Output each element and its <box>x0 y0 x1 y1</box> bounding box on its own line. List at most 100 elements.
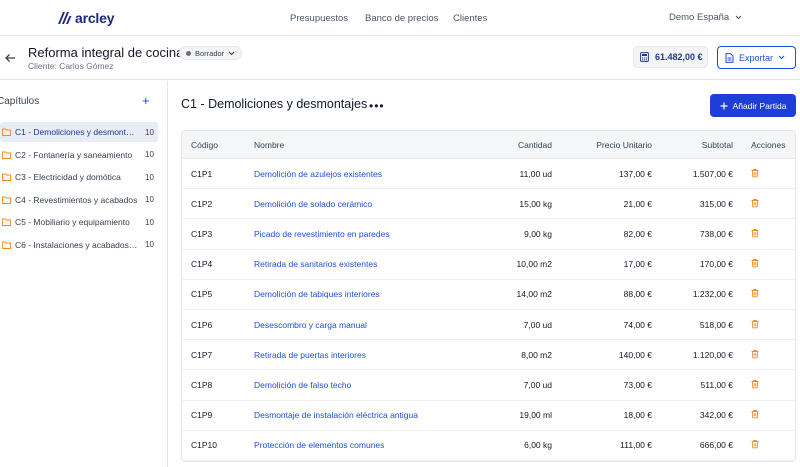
chapter-item[interactable]: C5 - Mobiliario y equipamiento 10 <box>0 212 158 232</box>
item-name-link[interactable]: Demolición de azulejos existentes <box>254 169 382 179</box>
table-body: C1P1 Demolición de azulejos existentes 11,… <box>182 159 795 461</box>
nav-banco-de-precios[interactable]: Banco de precios <box>365 13 438 24</box>
chapter-item[interactable]: C1 - Demoliciones y desmontajes 10 <box>0 122 158 142</box>
folder-icon <box>2 128 11 136</box>
col-header-price: Precio Unitario <box>596 139 652 150</box>
document-icon <box>725 52 734 63</box>
chapter-count: 10 <box>145 150 154 159</box>
arcley-logo-icon <box>58 12 72 24</box>
chapters-heading: Capítulos <box>0 96 40 107</box>
add-item-button[interactable]: Añadir Partida <box>710 94 796 117</box>
table-row: C1P8 Demolición de falso techo 7,00 ud 73,0… <box>182 370 795 401</box>
item-quantity: 11,00 ud <box>519 168 552 179</box>
item-code: C1P7 <box>191 349 213 360</box>
nav-clientes[interactable]: Clientes <box>453 13 487 24</box>
col-header-actions: Acciones <box>751 139 786 150</box>
folder-icon <box>2 241 11 249</box>
arrow-left-icon[interactable] <box>4 52 16 64</box>
table-row: C1P1 Demolición de azulejos existentes 11,… <box>182 159 795 190</box>
item-quantity: 10,00 m2 <box>516 259 552 270</box>
chapter-count: 10 <box>145 240 154 249</box>
project-header: Reforma integral de cocina Cliente: Carl… <box>0 36 800 80</box>
item-unit-price: 111,00 € <box>620 440 652 451</box>
item-code: C1P2 <box>191 198 213 209</box>
add-item-label: Añadir Partida <box>732 100 787 111</box>
trash-icon[interactable] <box>751 319 759 330</box>
trash-icon[interactable] <box>751 168 759 179</box>
folder-icon <box>2 218 11 226</box>
brand-logo[interactable]: arcley <box>57 10 114 26</box>
item-code: C1P8 <box>191 379 213 390</box>
item-unit-price: 17,00 € <box>623 259 652 270</box>
item-code: C1P6 <box>191 319 213 330</box>
chapter-count: 10 <box>145 127 154 137</box>
chapter-item[interactable]: C4 - Revestimientos y acabados 10 <box>0 190 158 210</box>
table-row: C1P6 Desescombro y carga manual 7,00 ud 74,… <box>182 310 795 341</box>
nav-presupuestos[interactable]: Presupuestos <box>290 13 348 24</box>
folder-icon <box>2 173 11 181</box>
item-subtotal: 170,00 € <box>699 259 733 270</box>
item-unit-price: 137,00 € <box>618 168 652 179</box>
export-button[interactable]: Exportar <box>717 46 796 69</box>
more-options-icon[interactable]: ••• <box>369 99 385 113</box>
chapters-sidebar: Capítulos + C1 - Demoliciones y desmonta… <box>0 81 168 467</box>
trash-icon[interactable] <box>751 440 759 451</box>
table-row: C1P2 Demolición de solado cerámico 15,00 k… <box>182 189 795 220</box>
item-code: C1P4 <box>191 259 213 270</box>
item-quantity: 7,00 ud <box>523 319 552 330</box>
item-name-link[interactable]: Retirada de puertas interiores <box>254 350 366 360</box>
chapter-count: 10 <box>145 172 154 182</box>
status-label: Borrador <box>195 48 225 58</box>
item-name-link[interactable]: Desmontaje de instalación eléctrica anti… <box>254 410 418 420</box>
project-title: Reforma integral de cocina <box>28 45 184 60</box>
item-unit-price: 140,00 € <box>618 349 652 360</box>
chapter-label: C2 - Fontanería y saneamiento <box>15 149 133 160</box>
item-name-link[interactable]: Retirada de sanitarios existentes <box>254 259 377 269</box>
items-table: Código Nombre Cantidad Precio Unitario S… <box>181 130 796 462</box>
trash-icon[interactable] <box>751 379 759 390</box>
item-code: C1P3 <box>191 228 213 239</box>
budget-total-value: 61.482,00 € <box>655 52 703 62</box>
chapter-label: C3 - Electricidad y domótica <box>15 172 121 182</box>
item-quantity: 7,00 ud <box>523 379 552 390</box>
chapter-item[interactable]: C2 - Fontanería y saneamiento 10 <box>0 145 158 165</box>
chapter-count: 10 <box>145 195 154 204</box>
trash-icon[interactable] <box>751 228 759 239</box>
calculator-icon <box>640 52 649 62</box>
export-label: Exportar <box>739 52 774 63</box>
item-name-link[interactable]: Desescombro y carga manual <box>254 320 367 330</box>
item-name-link[interactable]: Demolición de solado cerámico <box>254 199 372 209</box>
trash-icon[interactable] <box>751 198 759 209</box>
plus-icon <box>720 102 728 109</box>
chapter-label: C5 - Mobiliario y equipamiento <box>15 217 130 227</box>
chevron-down-icon <box>778 55 785 60</box>
item-code: C1P5 <box>191 289 213 300</box>
budget-total: 61.482,00 € <box>633 46 708 68</box>
item-unit-price: 21,00 € <box>623 198 652 209</box>
item-name-link[interactable]: Demolición de falso techo <box>254 380 351 390</box>
item-name-link[interactable]: Demolición de tabiques interiores <box>254 289 380 299</box>
item-unit-price: 88,00 € <box>623 289 652 300</box>
item-name-link[interactable]: Protección de elementos comunes <box>254 440 384 450</box>
trash-icon[interactable] <box>751 289 759 300</box>
chevron-down-icon <box>735 15 742 20</box>
table-row: C1P9 Desmontaje de instalación eléctrica … <box>182 401 795 431</box>
chapter-item[interactable]: C3 - Electricidad y domótica 10 <box>0 167 158 187</box>
status-badge[interactable]: Borrador <box>179 46 243 60</box>
item-name-link[interactable]: Picado de revestimiento en paredes <box>254 229 390 239</box>
plus-icon[interactable]: + <box>142 93 150 108</box>
table-row: C1P4 Retirada de sanitarios existentes 10,… <box>182 250 795 280</box>
item-subtotal: 315,00 € <box>699 198 733 209</box>
item-unit-price: 82,00 € <box>623 228 652 239</box>
item-code: C1P10 <box>191 440 217 451</box>
trash-icon[interactable] <box>751 410 759 421</box>
brand-name: arcley <box>75 10 115 26</box>
org-selector[interactable]: Demo España <box>669 12 742 23</box>
trash-icon[interactable] <box>751 259 759 270</box>
item-code: C1P1 <box>191 168 213 179</box>
chapter-item[interactable]: C6 - Instalaciones y acabados finales 10 <box>0 235 158 255</box>
col-header-qty: Cantidad <box>517 139 552 150</box>
chapter-label: C4 - Revestimientos y acabados <box>15 194 138 205</box>
col-header-name: Nombre <box>254 139 285 150</box>
trash-icon[interactable] <box>751 349 759 360</box>
